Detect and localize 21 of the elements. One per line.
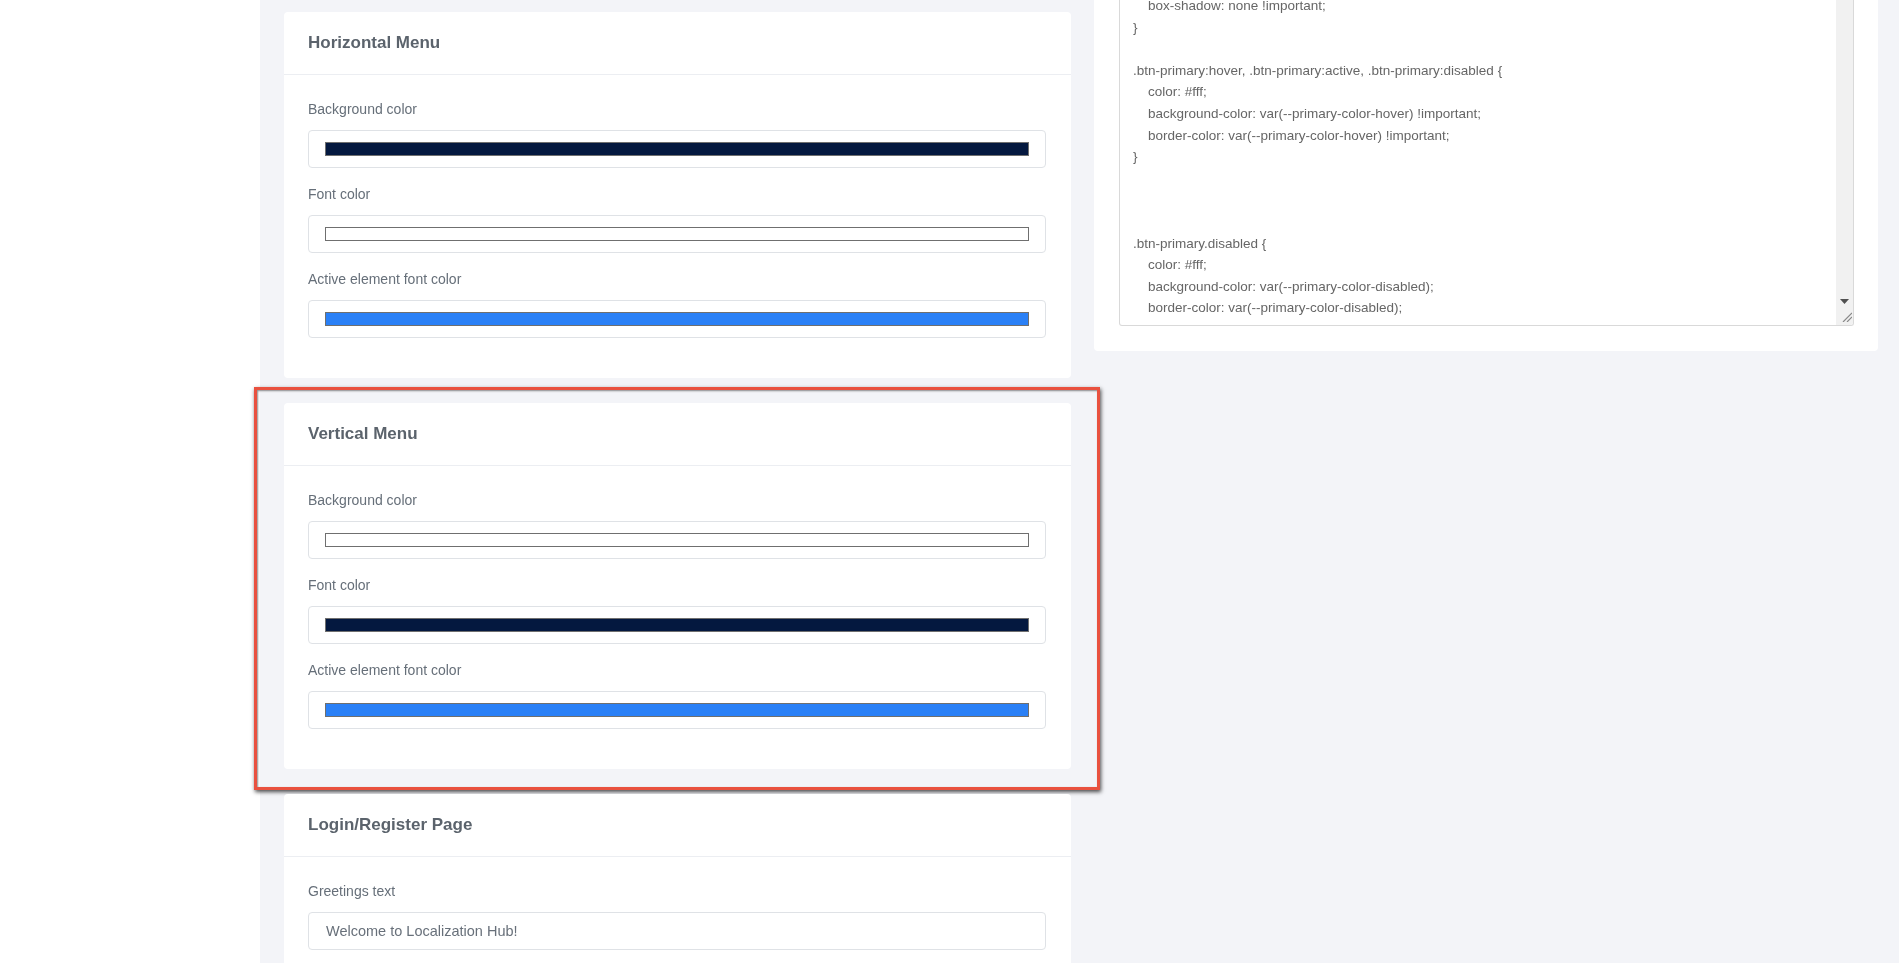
field-label: Active element font color bbox=[308, 661, 463, 680]
field-label: Font color bbox=[308, 576, 372, 595]
card-title: Vertical Menu bbox=[308, 424, 418, 444]
card-title: Login/Register Page bbox=[308, 815, 473, 835]
field-label: Active element font color bbox=[308, 270, 463, 289]
code-editor-field[interactable]: box-shadow: none !important; } .btn-primary:hover, .btn-primary:active, .btn-primary:disabled { color: #fff; background-color: var(--primary-color-hover) !important; border-color: var(--primary-color-hover) !important; } .btn-primary.disabled { color: #fff; background-color: var(--primary-color-disabled); border-color: var(--primary-color-disabled); bbox=[1119, 0, 1854, 326]
color-input[interactable] bbox=[308, 691, 1046, 729]
resize-grip-icon[interactable] bbox=[1841, 312, 1852, 322]
scroll-down-icon[interactable] bbox=[1840, 299, 1849, 304]
field-label: Font color bbox=[308, 185, 372, 204]
color-input[interactable] bbox=[308, 215, 1046, 253]
color-input[interactable] bbox=[308, 606, 1046, 644]
field-label: Greetings text bbox=[308, 882, 397, 901]
color-input[interactable] bbox=[308, 521, 1046, 559]
scrollbar[interactable] bbox=[1836, 0, 1853, 325]
field-label: Background color bbox=[308, 100, 418, 119]
color-input[interactable] bbox=[308, 130, 1046, 168]
field-label: Background color bbox=[308, 491, 418, 510]
card-title: Horizontal Menu bbox=[308, 33, 441, 53]
text-input[interactable]: Welcome to Localization Hub! bbox=[308, 912, 1046, 950]
color-input[interactable] bbox=[308, 300, 1046, 338]
